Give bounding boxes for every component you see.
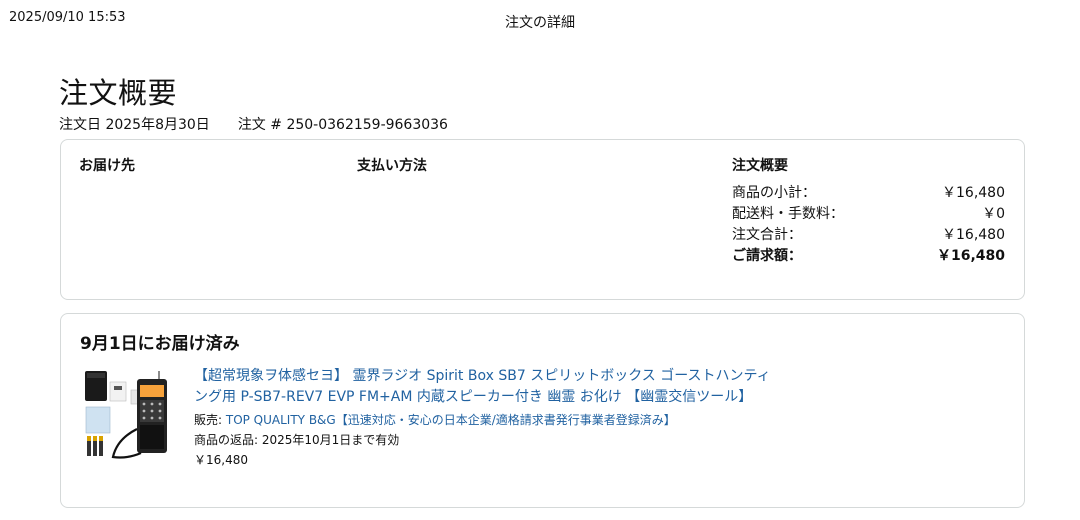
order-total-label: 注文合計： [732,227,802,243]
subtotal-value: ￥16,480 [942,185,1005,201]
shipping-fee-row: 配送料・手数料： ￥0 [732,204,1005,225]
item-price: ￥16,480 [194,453,248,467]
shipping-fee-label: 配送料・手数料： [732,206,844,222]
seller-line: 販売: TOP QUALITY B&G【迅速対応・安心の日本企業/適格請求書発行… [194,410,774,430]
order-date: 注文日 2025年8月30日 [59,117,210,133]
order-meta: 注文日 2025年8月30日 注文 # 250-0362159-9663036 [59,114,448,134]
order-item: 【超常現象ヲ体感セヨ】 霊界ラジオ Spirit Box SB7 スピリットボッ… [194,366,774,470]
subtotal-row: 商品の小計： ￥16,480 [732,183,1005,204]
grand-total-value: ￥16,480 [936,248,1005,264]
payment-method-heading: 支払い方法 [357,158,427,174]
grand-total-label: ご請求額： [732,248,802,264]
order-summary-box: お届け先 支払い方法 注文概要 商品の小計： ￥16,480 配送料・手数料： … [60,139,1025,300]
seller-prefix: 販売: [194,413,226,427]
order-total-value: ￥16,480 [942,227,1005,243]
order-total-row: 注文合計： ￥16,480 [732,225,1005,246]
grand-total-row: ご請求額： ￥16,480 [732,246,1005,267]
page-title: 注文概要 [59,76,178,110]
product-radio-image[interactable] [83,369,171,461]
order-number: 注文 # 250-0362159-9663036 [237,117,448,133]
shipping-address-heading: お届け先 [79,158,135,174]
delivery-status: 9月1日にお届け済み [80,334,240,354]
order-summary-heading: 注文概要 [732,158,788,174]
product-title-link[interactable]: 【超常現象ヲ体感セヨ】 霊界ラジオ Spirit Box SB7 スピリットボッ… [194,366,774,408]
seller-link[interactable]: TOP QUALITY B&G【迅速対応・安心の日本企業/適格請求書発行事業者登… [226,413,676,427]
shipment-box: 9月1日にお届け済み 【超常現象ヲ体感セヨ】 霊界ラジオ Spirit Box … [60,313,1025,508]
return-window: 商品の返品: 2025年10月1日まで有効 [194,433,400,447]
subtotal-label: 商品の小計： [732,185,816,201]
summary-rows: 商品の小計： ￥16,480 配送料・手数料： ￥0 注文合計： ￥16,480… [732,183,1005,267]
print-page-heading: 注文の詳細 [505,15,575,31]
shipping-fee-value: ￥0 [982,206,1005,222]
